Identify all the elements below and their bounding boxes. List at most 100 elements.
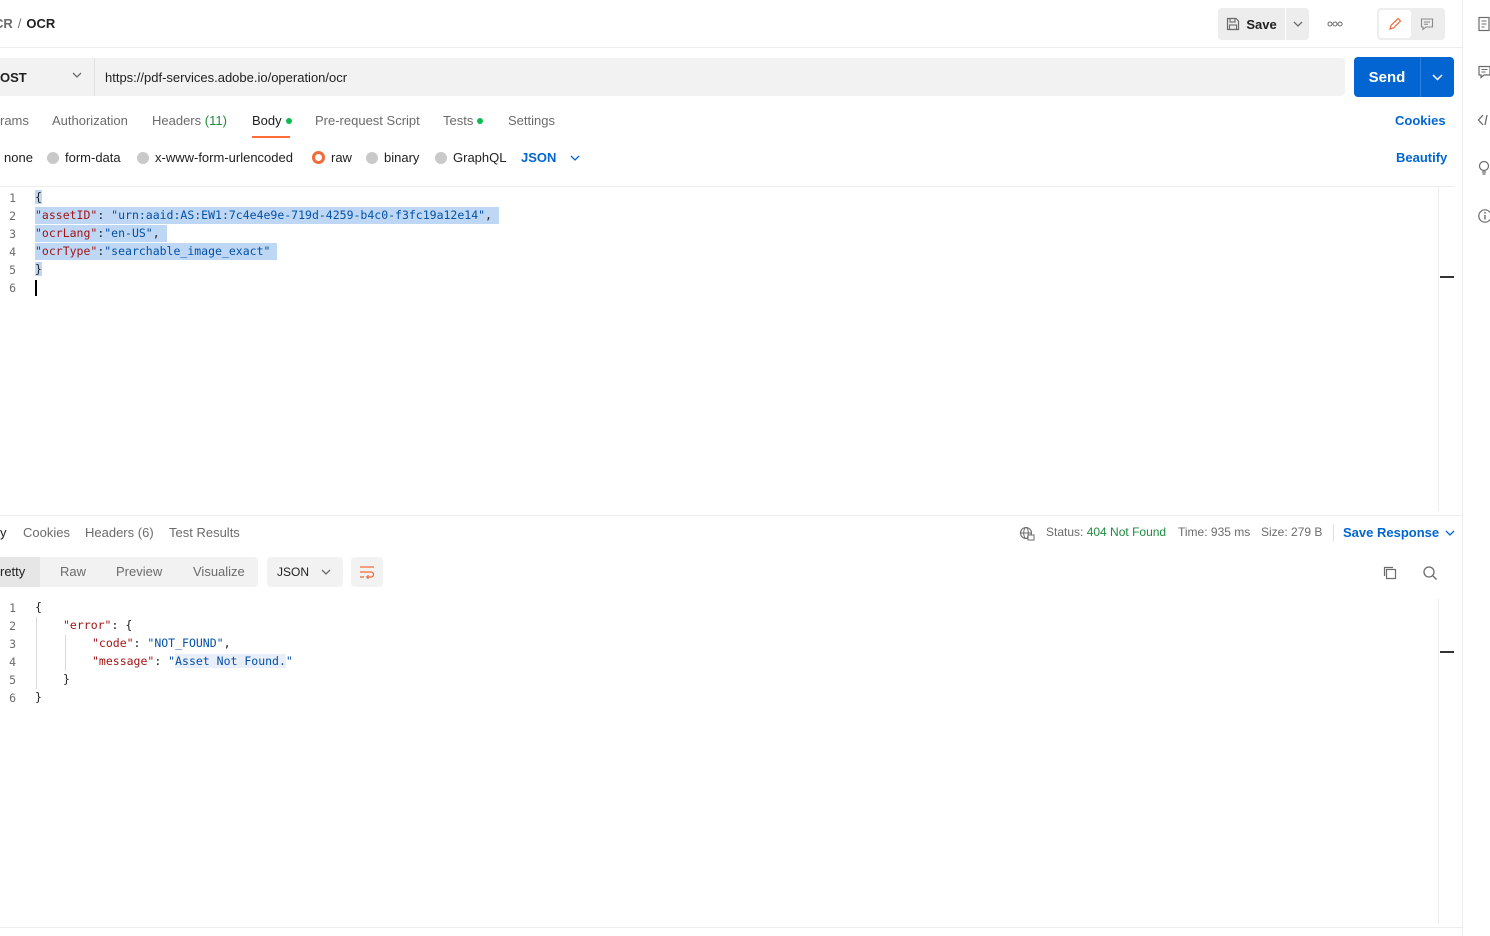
- view-preview[interactable]: Preview: [116, 564, 162, 579]
- code-token: ,: [223, 636, 231, 650]
- response-view-mode: retty Raw Preview Visualize: [0, 557, 258, 587]
- code-token: :: [154, 654, 169, 668]
- body-type-none[interactable]: none: [4, 150, 33, 165]
- time-value: 935 ms: [1210, 525, 1251, 539]
- wrap-lines-button[interactable]: [351, 557, 383, 587]
- code-line: "ocrLang":"en-US",: [35, 225, 167, 242]
- request-body-editor[interactable]: 1 2 3 4 5 6 { "assetID": "urn:aaid:AS:EW…: [0, 186, 1454, 511]
- view-raw[interactable]: Raw: [60, 564, 86, 579]
- breadcrumb-separator: /: [17, 16, 22, 31]
- body-type-graphql[interactable]: GraphQL: [435, 150, 506, 165]
- body-type-none-label: none: [4, 150, 33, 165]
- response-status[interactable]: Status: 404 Not Found: [1046, 525, 1166, 539]
- save-response-label: Save Response: [1343, 525, 1440, 540]
- scrollbar-marker: [1440, 276, 1454, 278]
- copy-icon: [1383, 566, 1397, 580]
- radio-button: [137, 151, 149, 164]
- comments-icon[interactable]: [1477, 64, 1490, 80]
- comment-mode-button[interactable]: [1411, 10, 1443, 38]
- copy-button[interactable]: [1380, 563, 1400, 583]
- chevron-down-icon: [72, 72, 82, 78]
- radio-button: [366, 151, 378, 164]
- tab-response-cookies[interactable]: Cookies: [23, 525, 70, 540]
- json-key: "assetID": [35, 208, 98, 222]
- code-token: ,: [152, 226, 160, 240]
- breadcrumb-request-name[interactable]: OCR: [26, 16, 55, 31]
- code-token: ,: [485, 208, 492, 222]
- tab-authorization[interactable]: Authorization: [52, 113, 128, 128]
- code-line: {: [35, 189, 42, 206]
- line-number: 1: [9, 191, 16, 205]
- lightbulb-icon[interactable]: [1477, 160, 1490, 176]
- tab-body[interactable]: Body: [252, 113, 292, 128]
- edit-mode-button[interactable]: [1379, 10, 1411, 38]
- more-horizontal-icon: [1327, 21, 1343, 27]
- indent-guide: [65, 635, 66, 671]
- breadcrumb-collection[interactable]: CR: [0, 16, 13, 31]
- viewer-scrollbar[interactable]: [1438, 599, 1454, 923]
- code-line: }: [35, 261, 42, 278]
- body-type-binary[interactable]: binary: [366, 150, 419, 165]
- search-button[interactable]: [1420, 563, 1440, 583]
- json-key: "ocrLang": [35, 226, 98, 240]
- line-number: 5: [9, 263, 16, 277]
- tab-response-headers-count: (6): [137, 525, 154, 540]
- response-body-viewer[interactable]: 1 2 3 4 5 6 { "error": { "code": "NOT_FO…: [0, 599, 1454, 923]
- body-language-select[interactable]: JSON: [521, 150, 580, 165]
- line-number: 6: [9, 691, 16, 705]
- json-string: "NOT_FOUND": [147, 636, 224, 650]
- editor-scrollbar[interactable]: [1438, 187, 1454, 511]
- network-globe-icon[interactable]: [1019, 526, 1035, 542]
- tab-tests[interactable]: Tests: [443, 113, 484, 128]
- tab-params[interactable]: rams: [0, 113, 29, 128]
- body-type-form-data[interactable]: form-data: [47, 150, 121, 165]
- line-number: 5: [9, 673, 16, 687]
- code-line: }: [63, 671, 70, 688]
- response-format-select[interactable]: JSON: [267, 557, 343, 587]
- http-method-select[interactable]: OST: [0, 58, 94, 96]
- info-icon[interactable]: [1477, 208, 1490, 224]
- radio-button: [47, 151, 59, 164]
- beautify-button[interactable]: Beautify: [1396, 150, 1447, 165]
- tab-response-body[interactable]: y: [0, 525, 7, 540]
- url-input[interactable]: https://pdf-services.adobe.io/operation/…: [94, 58, 1345, 96]
- more-actions-button[interactable]: [1322, 12, 1348, 36]
- body-type-raw[interactable]: raw: [312, 150, 352, 165]
- chevron-down-icon: [321, 569, 331, 575]
- tab-body-label: Body: [252, 113, 282, 128]
- tab-headers[interactable]: Headers (11): [152, 113, 227, 128]
- request-header-bar: CR / OCR Save: [0, 0, 1462, 48]
- code-line: "message": "Asset Not Found.": [92, 653, 293, 670]
- tab-headers-label: Headers: [152, 113, 202, 128]
- url-value: https://pdf-services.adobe.io/operation/…: [105, 69, 348, 85]
- pencil-icon: [1389, 17, 1402, 30]
- send-options-button[interactable]: [1420, 57, 1454, 97]
- body-type-urlencoded[interactable]: x-www-form-urlencoded: [137, 150, 293, 165]
- floppy-disk-icon: [1227, 17, 1240, 31]
- tab-headers-count: (11): [204, 113, 227, 128]
- response-size[interactable]: Size: 279 B: [1261, 525, 1322, 539]
- tab-prerequest-script[interactable]: Pre-request Script: [315, 113, 420, 128]
- documentation-icon[interactable]: [1477, 16, 1490, 32]
- cookies-link[interactable]: Cookies: [1395, 113, 1446, 128]
- save-options-button[interactable]: [1285, 8, 1309, 40]
- code-line: {: [35, 599, 42, 616]
- pane-divider[interactable]: [0, 515, 1462, 516]
- response-time[interactable]: Time: 935 ms: [1178, 525, 1250, 539]
- line-number: 3: [9, 227, 16, 241]
- tab-test-results[interactable]: Test Results: [169, 525, 240, 540]
- tab-settings[interactable]: Settings: [508, 113, 555, 128]
- text-cursor: [35, 280, 37, 296]
- send-button[interactable]: Send: [1354, 57, 1420, 97]
- save-button[interactable]: Save: [1218, 8, 1285, 40]
- size-label: Size:: [1261, 525, 1288, 539]
- line-number: 1: [9, 601, 16, 615]
- json-key: "code": [92, 636, 134, 650]
- body-type-binary-label: binary: [384, 150, 420, 165]
- tab-response-headers[interactable]: Headers (6): [85, 525, 154, 540]
- view-visualize[interactable]: Visualize: [193, 564, 245, 579]
- body-type-raw-label: raw: [331, 150, 352, 165]
- code-snippet-icon[interactable]: [1477, 112, 1490, 128]
- save-response-button[interactable]: Save Response: [1343, 525, 1455, 540]
- view-pretty[interactable]: retty: [0, 564, 25, 579]
